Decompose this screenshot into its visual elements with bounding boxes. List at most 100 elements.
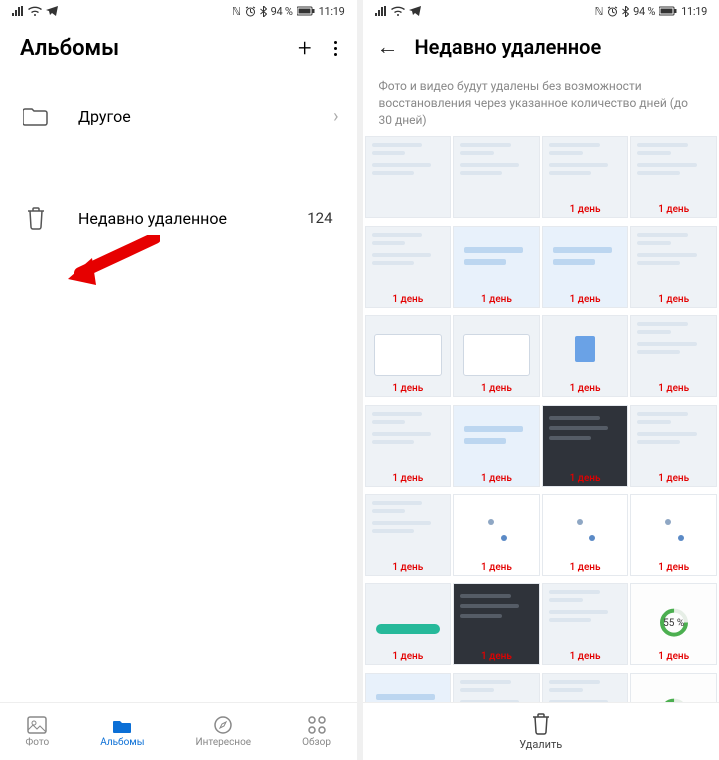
days-remaining: 1 день xyxy=(392,294,423,305)
more-menu-button[interactable] xyxy=(334,41,337,56)
albums-list: Другое › Недавно удаленное 124 xyxy=(0,68,357,250)
status-left xyxy=(375,6,421,16)
days-remaining: 1 день xyxy=(392,651,423,662)
thumbnail[interactable]: 1 день xyxy=(630,226,717,308)
thumbnail[interactable]: 1 день xyxy=(542,494,629,576)
nav-label: Фото xyxy=(26,737,50,748)
status-time: 11:19 xyxy=(319,5,345,18)
days-remaining: 1 день xyxy=(658,294,689,305)
battery-percent: 94 % xyxy=(633,5,655,18)
days-remaining: 1 день xyxy=(658,562,689,573)
thumbnail[interactable]: 1 день xyxy=(630,315,717,397)
page-title: Альбомы xyxy=(20,36,119,61)
album-label: Недавно удаленное xyxy=(78,209,279,228)
nav-label: Обзор xyxy=(302,737,331,748)
nav-label: Интересное xyxy=(196,737,252,748)
days-remaining: 1 день xyxy=(481,651,512,662)
thumbnail[interactable]: 1 день xyxy=(365,226,452,308)
days-remaining: 1 день xyxy=(570,383,601,394)
albums-icon xyxy=(112,715,132,735)
status-right: ℕ 94 % 11:19 xyxy=(595,5,707,18)
status-right: ℕ 94 % 11:19 xyxy=(232,5,344,18)
nav-browse[interactable]: Обзор xyxy=(302,715,331,748)
days-remaining: 1 день xyxy=(392,383,423,394)
status-bar: ℕ 94 % 11:19 xyxy=(0,0,357,22)
back-button[interactable]: ← xyxy=(377,34,399,60)
grid-icon xyxy=(307,715,327,735)
days-remaining: 1 день xyxy=(570,294,601,305)
albums-header: Альбомы + xyxy=(0,22,357,68)
folder-icon xyxy=(22,102,50,130)
status-bar: ℕ 94 % 11:19 xyxy=(363,0,719,22)
alarm-icon xyxy=(607,6,618,17)
days-remaining: 1 день xyxy=(658,473,689,484)
battery-icon xyxy=(297,6,315,16)
deleted-header: ← Недавно удаленное xyxy=(363,22,719,66)
thumbnail[interactable]: 1 день xyxy=(365,494,452,576)
thumbnail[interactable]: 1 день xyxy=(542,226,629,308)
chevron-right-icon: › xyxy=(333,106,338,127)
nfc-icon: ℕ xyxy=(232,5,241,18)
days-remaining: 1 день xyxy=(481,383,512,394)
bottom-nav: Фото Альбомы Интересное Обзор xyxy=(0,702,357,760)
days-remaining: 1 день xyxy=(392,562,423,573)
thumbnail[interactable]: 1 день xyxy=(453,405,540,487)
wifi-icon xyxy=(391,6,405,16)
days-remaining: 1 день xyxy=(658,651,689,662)
signal-icon xyxy=(12,6,24,16)
nav-discover[interactable]: Интересное xyxy=(196,715,252,748)
thumbnail[interactable]: 55 %1 день xyxy=(630,583,717,665)
compass-icon xyxy=(213,715,233,735)
thumbnail[interactable]: 1 день xyxy=(365,315,452,397)
signal-icon xyxy=(375,6,387,16)
status-time: 11:19 xyxy=(681,5,707,18)
days-remaining: 1 день xyxy=(570,651,601,662)
thumbnail[interactable]: 1 день xyxy=(630,136,717,218)
thumbnail[interactable]: 1 день xyxy=(630,494,717,576)
days-remaining: 1 день xyxy=(658,204,689,215)
trash-icon xyxy=(530,712,552,736)
nav-label: Альбомы xyxy=(100,737,144,748)
thumbnail[interactable]: 1 день xyxy=(630,405,717,487)
nfc-icon: ℕ xyxy=(595,5,604,18)
days-remaining: 1 день xyxy=(481,562,512,573)
page-title: Недавно удаленное xyxy=(415,35,602,59)
phone-albums: ℕ 94 % 11:19 Альбомы + Другое › xyxy=(0,0,357,760)
deletion-notice: Фото и видео будут удалены без возможнос… xyxy=(363,66,719,136)
thumbnail[interactable]: 1 день xyxy=(365,583,452,665)
days-remaining: 1 день xyxy=(570,562,601,573)
thumbnail[interactable] xyxy=(365,136,452,218)
thumbnail[interactable]: 1 день xyxy=(542,136,629,218)
nav-photos[interactable]: Фото xyxy=(26,715,50,748)
album-count: 124 xyxy=(307,209,332,227)
days-remaining: 1 день xyxy=(481,294,512,305)
thumbnail[interactable]: 1 день xyxy=(453,226,540,308)
bluetooth-icon xyxy=(622,6,629,17)
thumbnails-grid: 1 день 1 день 1 день 1 день 1 день 1 день 1 де… xyxy=(363,136,719,760)
bluetooth-icon xyxy=(260,6,267,17)
thumbnail[interactable]: 1 день xyxy=(542,405,629,487)
add-button[interactable]: + xyxy=(298,34,312,62)
days-remaining: 1 день xyxy=(392,473,423,484)
days-remaining: 1 день xyxy=(570,473,601,484)
status-left xyxy=(12,6,58,16)
battery-percent: 94 % xyxy=(271,5,293,18)
trash-icon xyxy=(22,204,50,232)
days-remaining: 1 день xyxy=(658,383,689,394)
nav-albums[interactable]: Альбомы xyxy=(100,715,144,748)
thumbnail[interactable]: 1 день xyxy=(453,315,540,397)
album-label: Другое xyxy=(78,107,305,126)
thumbnail[interactable]: 1 день xyxy=(542,315,629,397)
bottom-action-bar: Удалить xyxy=(363,702,719,760)
album-item-other[interactable]: Другое › xyxy=(0,84,357,148)
thumbnail[interactable]: 1 день xyxy=(453,494,540,576)
days-remaining: 1 день xyxy=(570,204,601,215)
telegram-icon xyxy=(409,6,421,16)
album-item-recently-deleted[interactable]: Недавно удаленное 124 xyxy=(0,186,357,250)
thumbnail[interactable] xyxy=(453,136,540,218)
delete-action[interactable]: Удалить xyxy=(519,712,562,751)
action-label: Удалить xyxy=(519,738,562,751)
thumbnail[interactable]: 1 день xyxy=(453,583,540,665)
thumbnail[interactable]: 1 день xyxy=(365,405,452,487)
thumbnail[interactable]: 1 день xyxy=(542,583,629,665)
